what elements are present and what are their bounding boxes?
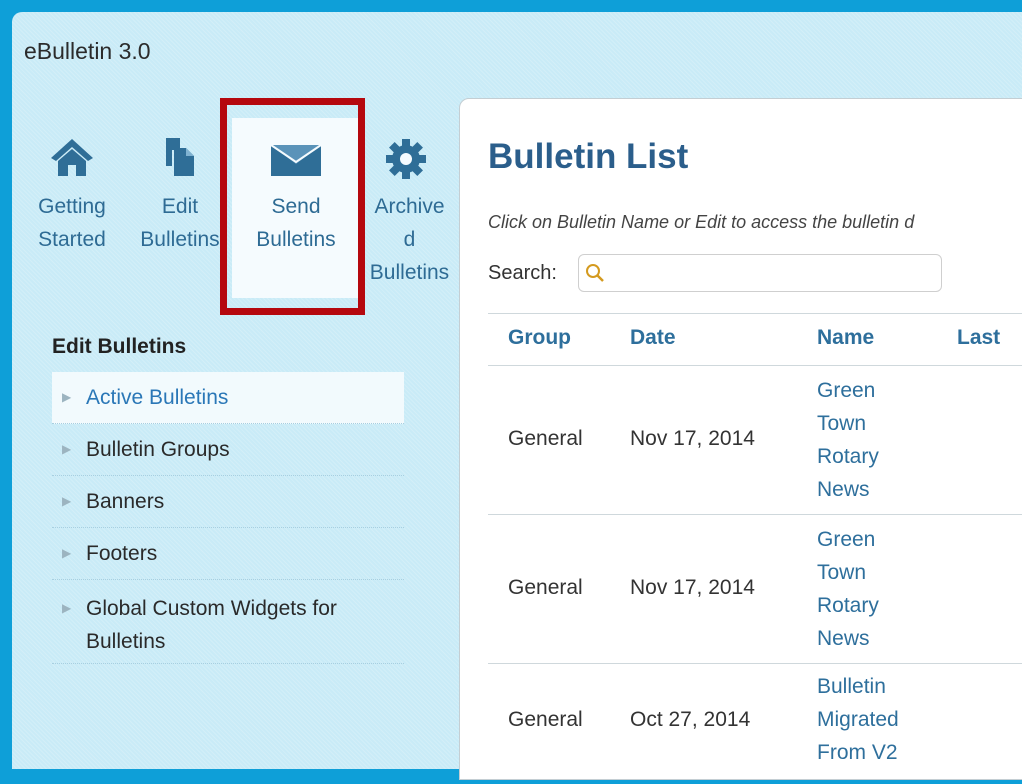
documents-icon (162, 136, 198, 183)
sidebar-heading: Edit Bulletins (52, 335, 187, 358)
bulletin-table: Group Date Name Last General Nov 17, 201… (488, 313, 1022, 784)
window-left-border (0, 0, 10, 769)
triangle-right-icon: ▶ (62, 494, 72, 508)
search-icon (585, 263, 605, 288)
table-row: General Oct 27, 2014 Bulletin Migrated F… (488, 664, 1022, 784)
table-row: General Nov 17, 2014 Green Town Rotary N… (488, 515, 1022, 664)
search-input[interactable] (611, 259, 935, 289)
sidebar-item-label: Global Custom Widgets for Bulletins (86, 597, 337, 653)
column-header-group[interactable]: Group (508, 326, 571, 350)
cell-group: General (508, 708, 583, 731)
column-header-date[interactable]: Date (630, 326, 676, 350)
sidebar-item-footers[interactable]: ▶ Footers (52, 528, 404, 580)
cell-date: Nov 17, 2014 (630, 576, 755, 599)
toolbar-edit-bulletins-label: Edit Bulletins (140, 195, 220, 251)
cell-group: General (508, 427, 583, 450)
toolbar-getting-started[interactable]: Getting Started (16, 118, 128, 298)
toolbar-send-bulletins-label: Send Bulletins (256, 195, 336, 251)
home-icon (49, 136, 95, 183)
column-header-name[interactable]: Name (817, 326, 874, 350)
main-toolbar: Getting Started Edit Bulletins Send Bull… (16, 118, 459, 298)
cell-date: Oct 27, 2014 (630, 708, 751, 731)
cell-date: Nov 17, 2014 (630, 427, 755, 450)
search-label: Search: (488, 262, 557, 284)
cell-group: General (508, 576, 583, 599)
sidebar-item-active-bulletins[interactable]: ▶ Active Bulletins (52, 372, 404, 424)
cell-name-link[interactable]: Green Town Rotary News (817, 523, 879, 655)
table-header: Group Date Name Last (488, 314, 1022, 366)
sidebar-item-label: Bulletin Groups (86, 438, 230, 461)
search-box (578, 254, 942, 292)
sidebar-item-label: Active Bulletins (86, 386, 229, 409)
sidebar-menu: ▶ Active Bulletins ▶ Bulletin Groups ▶ B… (52, 372, 404, 664)
triangle-right-icon: ▶ (62, 546, 72, 560)
triangle-right-icon: ▶ (62, 601, 72, 615)
sidebar-item-global-custom-widgets[interactable]: ▶ Global Custom Widgets for Bulletins (52, 580, 404, 664)
page-title: Bulletin List (488, 137, 689, 176)
column-header-last[interactable]: Last (957, 326, 1000, 350)
instructions-text: Click on Bulletin Name or Edit to access… (488, 212, 915, 232)
toolbar-getting-started-label: Getting Started (38, 195, 106, 251)
toolbar-archived-bulletins-label: Archive d Bulletins (369, 195, 450, 284)
envelope-icon (269, 136, 323, 183)
toolbar-edit-bulletins[interactable]: Edit Bulletins (128, 118, 232, 298)
sidebar-item-label: Banners (86, 490, 165, 513)
triangle-right-icon: ▶ (62, 442, 72, 456)
app-title: eBulletin 3.0 (24, 38, 151, 64)
sidebar-item-bulletin-groups[interactable]: ▶ Bulletin Groups (52, 424, 404, 476)
cell-name-link[interactable]: Green Town Rotary News (817, 374, 879, 506)
toolbar-archived-bulletins[interactable]: Archive d Bulletins (360, 118, 459, 298)
cell-name-link[interactable]: Bulletin Migrated From V2 (817, 670, 899, 769)
toolbar-send-bulletins[interactable]: Send Bulletins (232, 118, 360, 298)
window-top-border (0, 0, 1022, 10)
triangle-right-icon: ▶ (62, 390, 72, 404)
bulletin-list-panel: Bulletin List Click on Bulletin Name or … (459, 98, 1022, 780)
sidebar-item-label: Footers (86, 542, 158, 565)
table-row: General Nov 17, 2014 Green Town Rotary N… (488, 366, 1022, 515)
sidebar-item-banners[interactable]: ▶ Banners (52, 476, 404, 528)
gear-icon (385, 138, 427, 185)
